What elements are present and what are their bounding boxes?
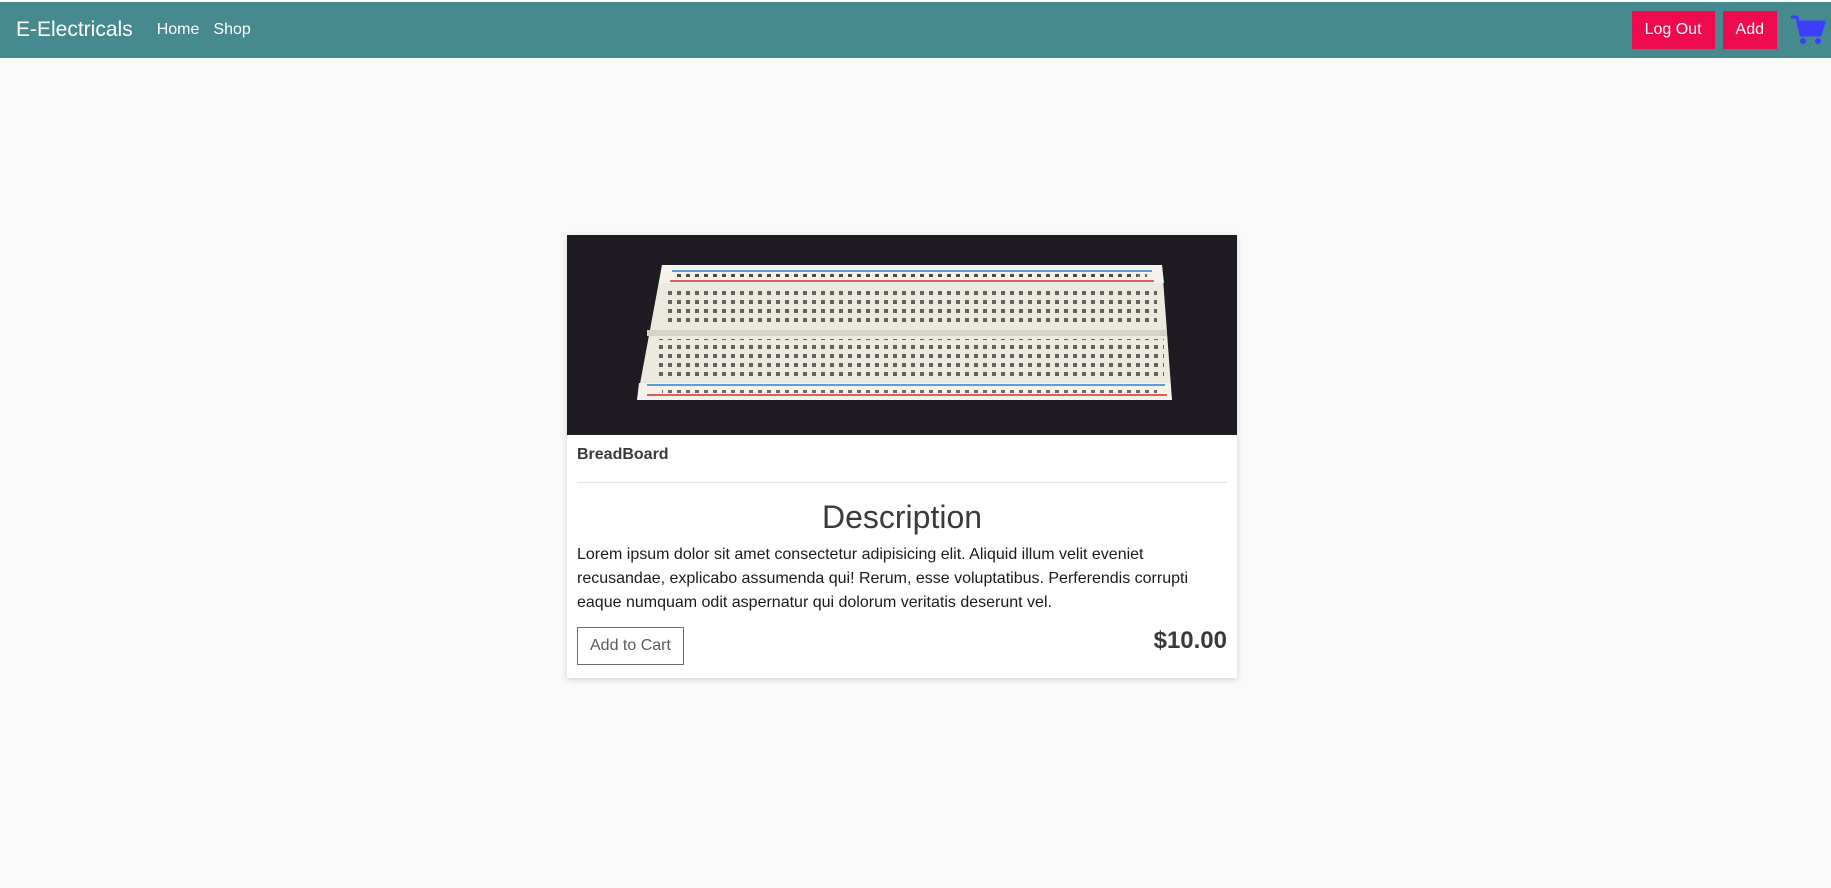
add-button[interactable]: Add <box>1722 11 1777 49</box>
top-navbar: E-Electricals Home Shop Log Out Add <box>0 2 1831 58</box>
nav-actions: Log Out Add <box>1631 2 1831 58</box>
description-heading: Description <box>821 499 983 535</box>
breadboard-photo <box>567 235 1237 435</box>
add-to-cart-button[interactable]: Add to Cart <box>577 627 684 665</box>
logout-button[interactable]: Log Out <box>1631 11 1715 49</box>
divider <box>577 482 1227 483</box>
card-footer: Add to Cart $10.00 <box>577 627 1227 665</box>
product-price: $10.00 <box>1153 627 1227 654</box>
product-card: BreadBoard Description Lorem ipsum dolor… <box>567 235 1237 678</box>
shopping-cart-icon[interactable] <box>1789 13 1827 47</box>
nav-link-shop[interactable]: Shop <box>213 21 250 39</box>
brand-link[interactable]: E-Electricals <box>16 18 133 42</box>
nav-link-home[interactable]: Home <box>157 21 200 39</box>
card-body: BreadBoard Description Lorem ipsum dolor… <box>567 446 1237 665</box>
nav-links: Home Shop <box>157 21 251 39</box>
product-description: Lorem ipsum dolor sit amet consectetur a… <box>577 546 1188 611</box>
product-title: BreadBoard <box>577 446 669 463</box>
